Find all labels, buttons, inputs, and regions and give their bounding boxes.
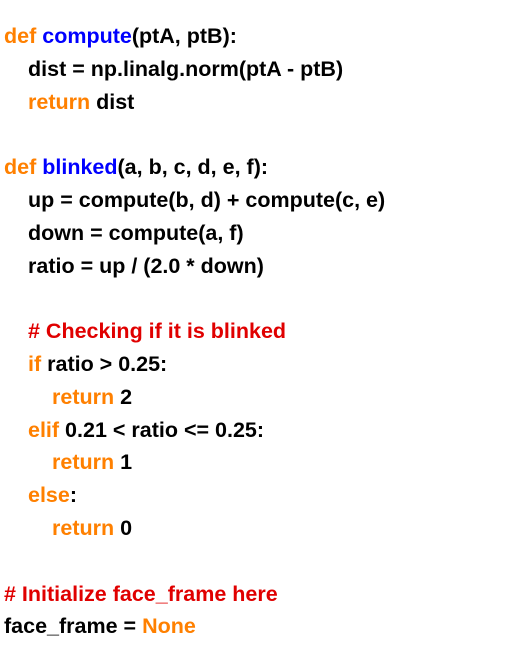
code-comment: # Checking if it is blinked bbox=[28, 319, 287, 344]
code-line-return-1: return 1 bbox=[4, 446, 522, 479]
code-text: face_frame = bbox=[4, 614, 143, 639]
code-text: dist = np.linalg.norm(ptA - ptB) bbox=[28, 56, 344, 81]
code-line-up: up = compute(b, d) + compute(c, e) bbox=[4, 184, 522, 217]
code-line-def-compute: def compute(ptA, ptB): bbox=[4, 20, 522, 53]
code-text: 2 bbox=[114, 384, 133, 409]
code-line-if: if ratio > 0.25: bbox=[4, 348, 522, 381]
code-text: : bbox=[69, 483, 78, 508]
keyword-return: return bbox=[52, 450, 115, 475]
code-line-return-2: return 2 bbox=[4, 381, 522, 414]
code-text: 0 bbox=[114, 515, 133, 540]
code-text: down = compute(a, f) bbox=[28, 220, 244, 245]
code-line-comment-checking: # Checking if it is blinked bbox=[4, 315, 522, 348]
keyword-return: return bbox=[52, 515, 115, 540]
keyword-def: def bbox=[4, 155, 37, 180]
keyword-none: None bbox=[142, 614, 196, 639]
code-line-def-blinked: def blinked(a, b, c, d, e, f): bbox=[4, 151, 522, 184]
code-line-dist: dist = np.linalg.norm(ptA - ptB) bbox=[4, 53, 522, 86]
code-text: 1 bbox=[114, 450, 133, 475]
keyword-def: def bbox=[4, 24, 37, 48]
function-name-compute: compute bbox=[42, 24, 132, 48]
keyword-else: else bbox=[28, 483, 70, 508]
code-line-down: down = compute(a, f) bbox=[4, 217, 522, 250]
code-text: (ptA, ptB): bbox=[131, 24, 237, 48]
function-name-blinked: blinked bbox=[42, 155, 118, 180]
code-text: up = compute(b, d) + compute(c, e) bbox=[28, 187, 386, 212]
code-line-face-frame: face_frame = None bbox=[4, 610, 522, 643]
code-line-ratio: ratio = up / (2.0 * down) bbox=[4, 250, 522, 283]
code-line-return-0: return 0 bbox=[4, 512, 522, 545]
code-text: ratio = up / (2.0 * down) bbox=[28, 253, 264, 278]
code-line-return-dist: return dist bbox=[4, 86, 522, 119]
code-line-elif: elif 0.21 < ratio <= 0.25: bbox=[4, 414, 522, 447]
code-line-comment-initialize: # Initialize face_frame here bbox=[4, 578, 522, 611]
code-comment: # Initialize face_frame here bbox=[4, 581, 278, 606]
keyword-elif: elif bbox=[28, 417, 60, 442]
code-text: 0.21 < ratio <= 0.25: bbox=[59, 417, 265, 442]
code-text: dist bbox=[90, 89, 135, 114]
keyword-return: return bbox=[28, 89, 91, 114]
code-text: ratio > 0.25: bbox=[41, 351, 168, 376]
code-text: (a, b, c, d, e, f): bbox=[117, 155, 269, 180]
code-line-else: else: bbox=[4, 479, 522, 512]
keyword-return: return bbox=[52, 384, 115, 409]
keyword-if: if bbox=[28, 351, 42, 376]
code-block: def compute(ptA, ptB): dist = np.linalg.… bbox=[4, 20, 522, 643]
